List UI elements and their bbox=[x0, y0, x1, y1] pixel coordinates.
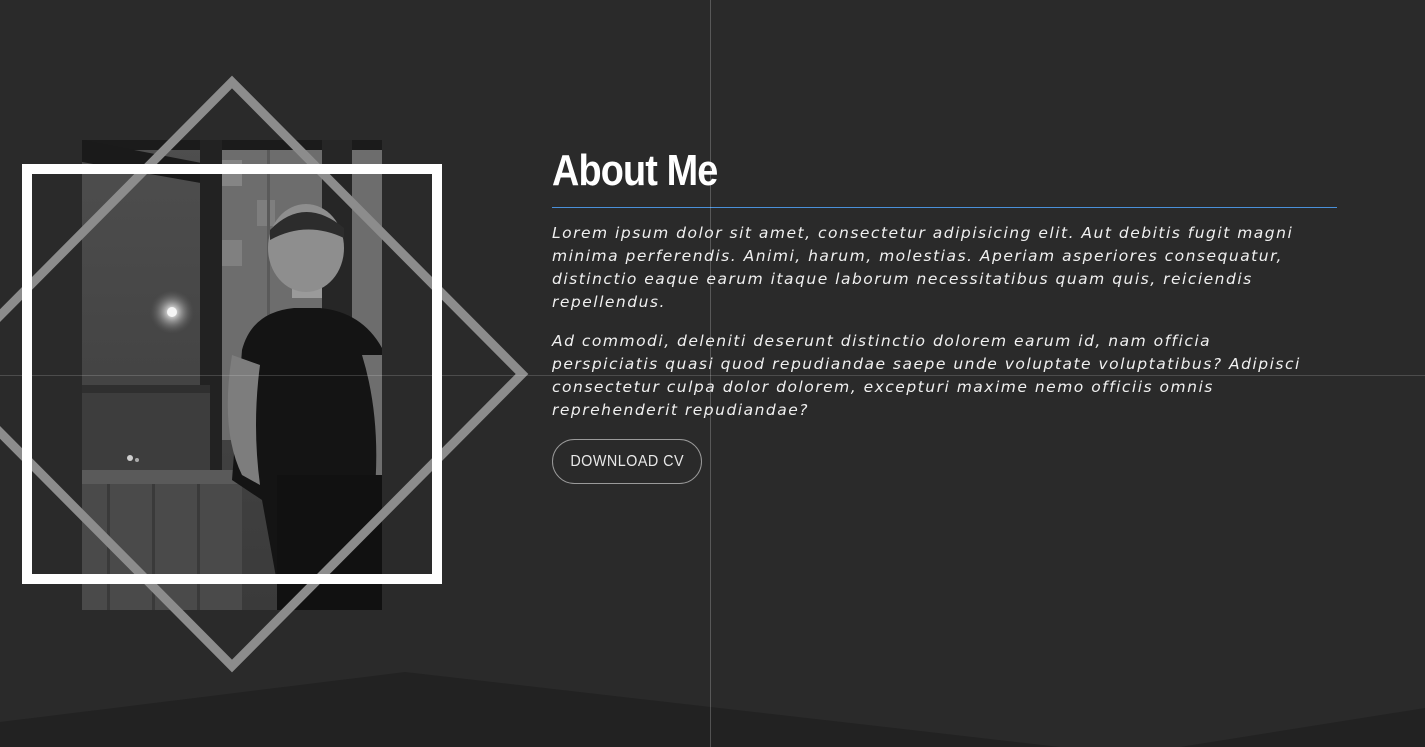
download-cv-label: DOWNLOAD CV bbox=[570, 453, 684, 470]
decorative-square-frame bbox=[22, 164, 442, 584]
about-paragraph-1: Lorem ipsum dolor sit amet, consectetur … bbox=[552, 224, 1294, 311]
about-content: About Me Lorem ipsum dolor sit amet, con… bbox=[552, 140, 1337, 484]
layout-guide-horizontal bbox=[0, 375, 1425, 376]
title-underline bbox=[552, 207, 1337, 208]
download-cv-button[interactable]: DOWNLOAD CV bbox=[552, 439, 702, 484]
about-section: About Me Lorem ipsum dolor sit amet, con… bbox=[0, 0, 1425, 747]
layout-guide-vertical bbox=[710, 0, 711, 747]
about-paragraph-2: Ad commodi, deleniti deserunt distinctio… bbox=[552, 332, 1301, 419]
page-title: About Me bbox=[552, 146, 718, 195]
